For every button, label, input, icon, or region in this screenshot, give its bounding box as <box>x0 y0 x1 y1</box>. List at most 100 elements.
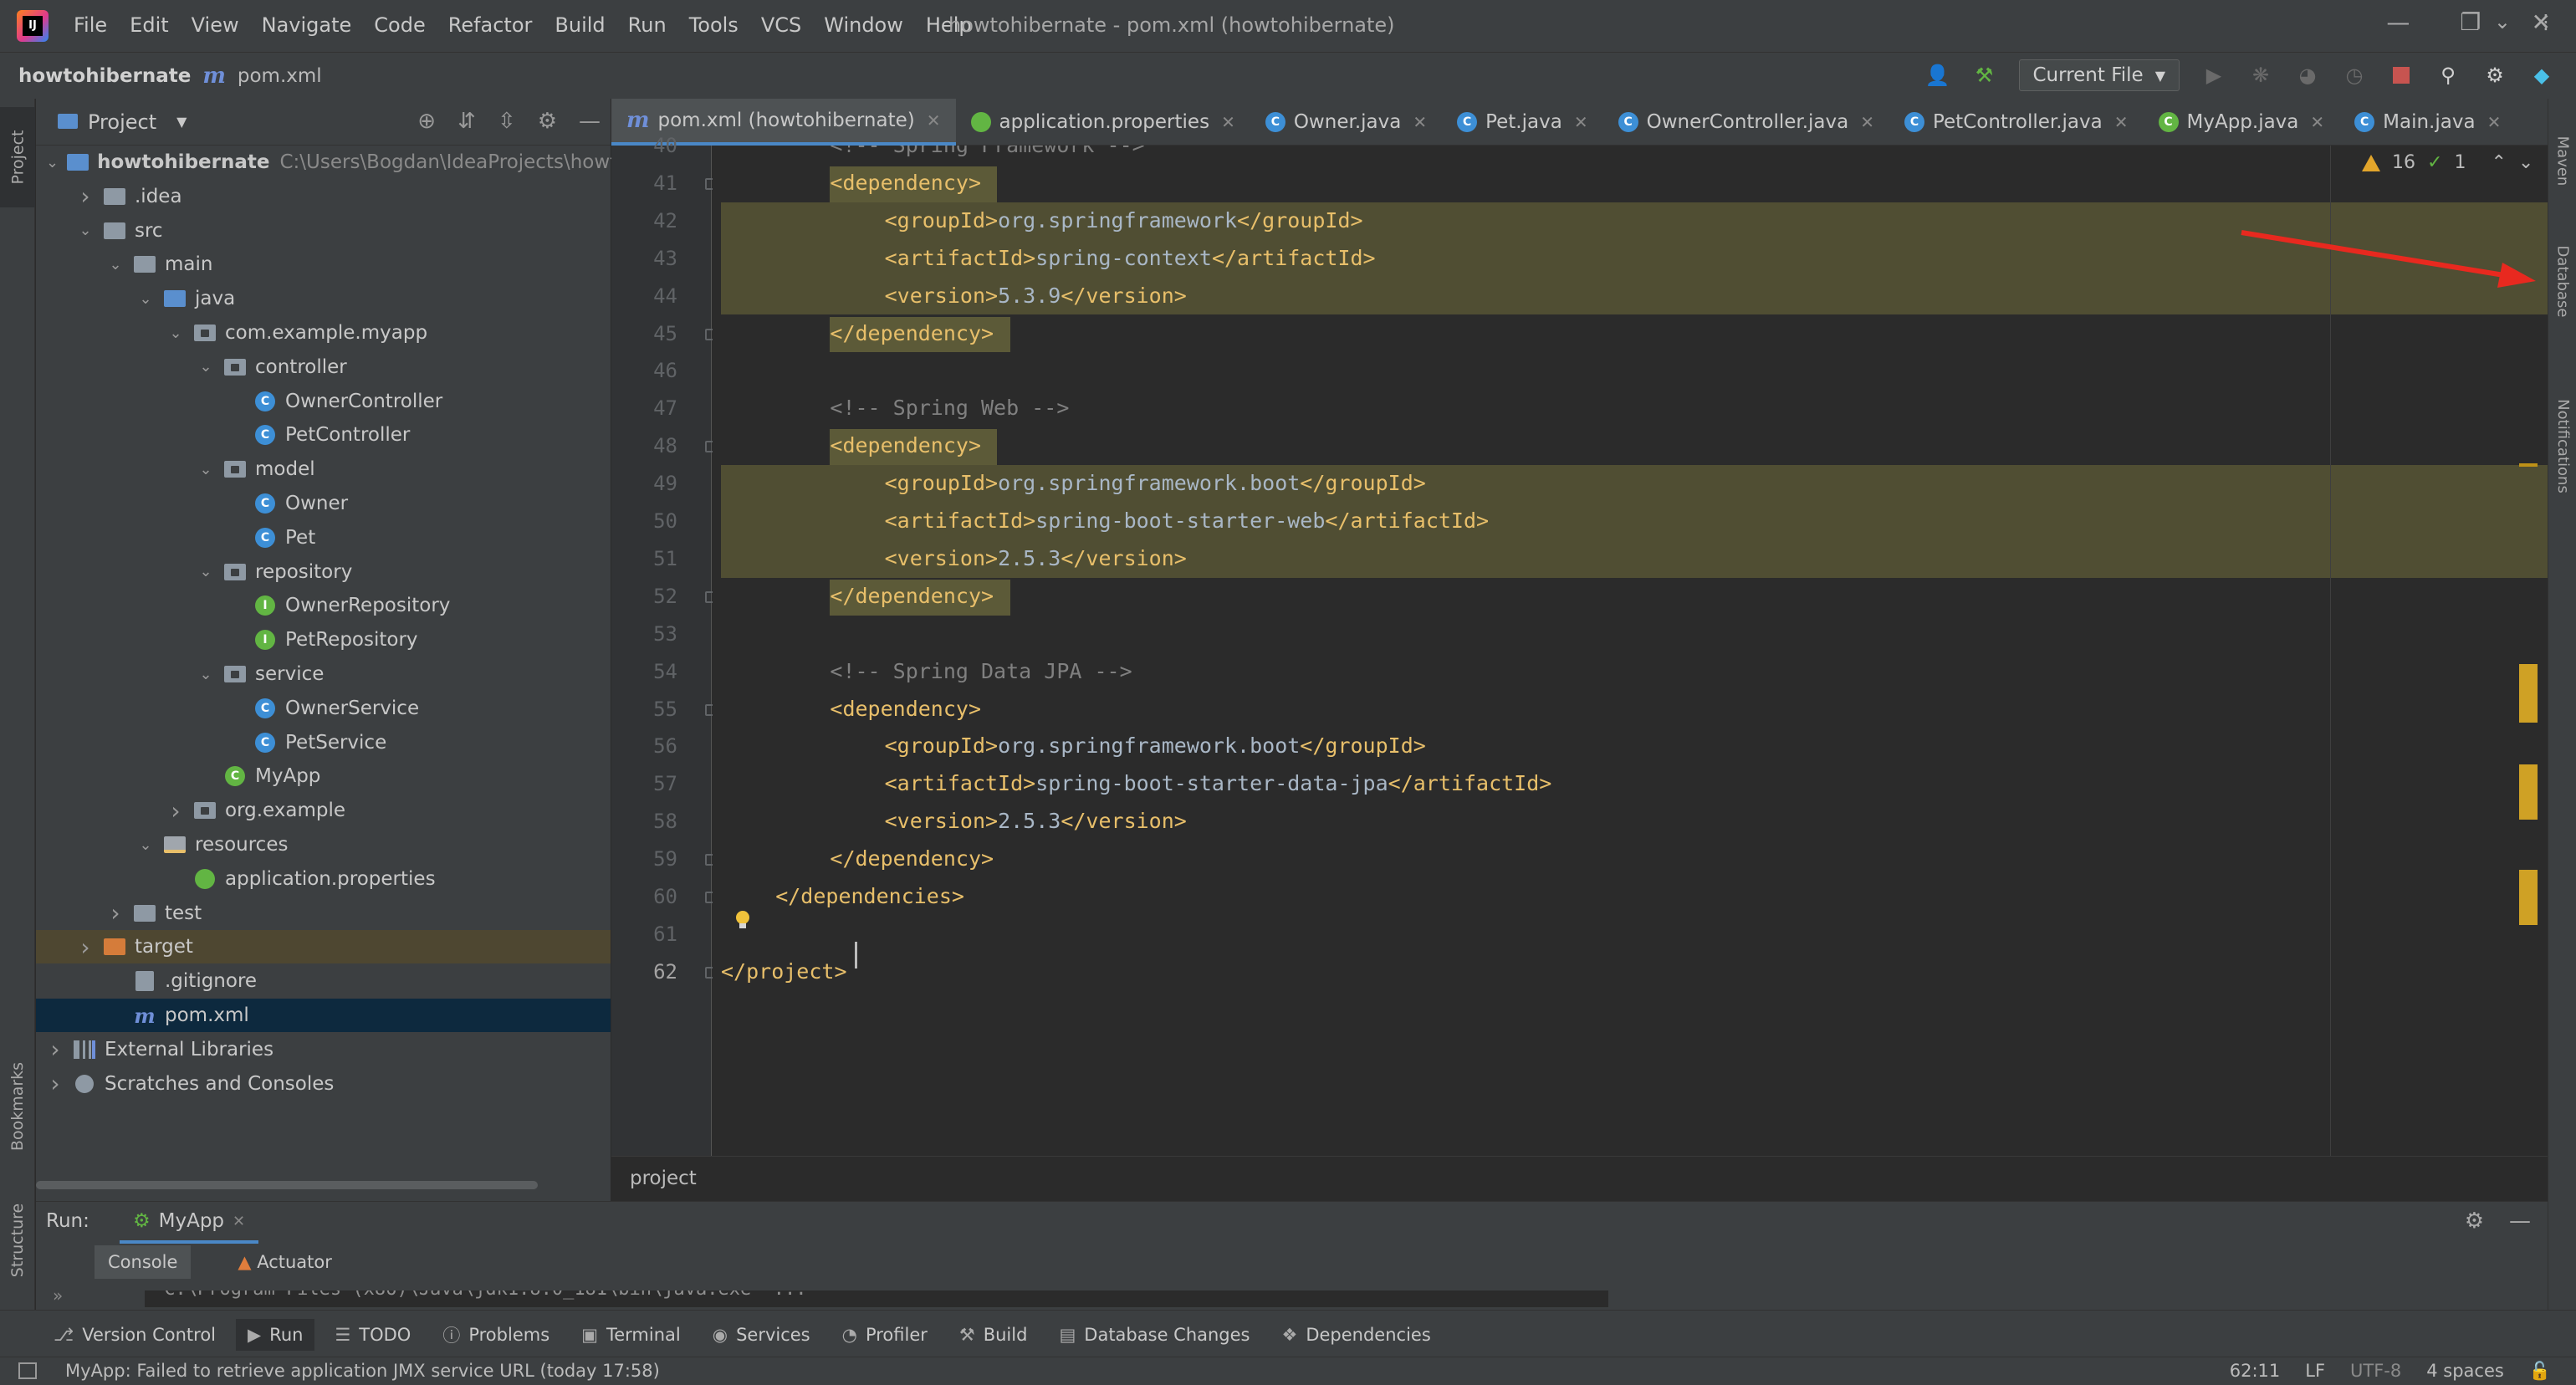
menu-build[interactable]: Build <box>555 13 605 37</box>
code-line[interactable]: <artifactId>spring-boot-starter-web</art… <box>885 503 1489 539</box>
scroll-marker[interactable] <box>2519 463 2538 467</box>
tree-item-src[interactable]: ⌄ src <box>36 214 611 248</box>
tool-window-build[interactable]: ⚒ Build <box>959 1322 1028 1347</box>
editor-tab-main-java[interactable]: C Main.java ✕ <box>2339 99 2516 146</box>
tool-window-dependencies[interactable]: ❖ Dependencies <box>1282 1322 1431 1347</box>
close-tab-icon[interactable]: ✕ <box>927 110 941 130</box>
actuator-subtab[interactable]: ▲ Actuator <box>224 1245 345 1279</box>
lightbulb-intention-icon[interactable] <box>734 910 751 930</box>
tree-item-ownerservice[interactable]: C OwnerService <box>36 692 611 725</box>
tree-item-myapp[interactable]: C MyApp <box>36 759 611 793</box>
options-gear-icon[interactable]: ⚙ <box>538 109 557 134</box>
caret-position[interactable]: 62:11 <box>2230 1361 2281 1382</box>
tab-list-chevron-icon[interactable]: ⌄ <box>2494 10 2511 33</box>
tree-item-test[interactable]: › test <box>36 897 611 930</box>
close-tab-icon[interactable]: ✕ <box>1221 112 1235 132</box>
scroll-marker[interactable] <box>2519 664 2538 723</box>
user-icon[interactable]: 👤 <box>1925 63 1950 88</box>
code-line[interactable]: <!-- Spring Framework --> <box>830 146 1144 164</box>
expand-all-icon[interactable]: ⇵ <box>457 109 476 134</box>
menu-code[interactable]: Code <box>374 13 425 37</box>
tool-window-terminal[interactable]: ▣ Terminal <box>581 1322 681 1347</box>
console-subtab[interactable]: Console <box>95 1245 192 1279</box>
tree-item-external-libraries[interactable]: › External Libraries <box>36 1033 611 1066</box>
close-tab-icon[interactable]: ✕ <box>1413 112 1427 132</box>
toggle-tool-windows-icon[interactable] <box>18 1362 37 1379</box>
chevron-down-icon[interactable]: ⌄ <box>136 836 155 854</box>
tree-item-model[interactable]: ⌄ model <box>36 452 611 486</box>
bookmarks-tool-tab[interactable]: Bookmarks <box>0 1044 35 1169</box>
code-line[interactable]: <version>2.5.3</version> <box>885 540 1187 577</box>
tree-item-petservice[interactable]: C PetService <box>36 726 611 759</box>
tree-item-pet[interactable]: C Pet <box>36 521 611 555</box>
run-icon[interactable]: ▶ <box>2201 63 2226 88</box>
chevron-down-icon[interactable]: ⌄ <box>197 666 215 683</box>
run-configuration-select[interactable]: Current File ▼ <box>2018 59 2180 91</box>
tree-item-gitignore[interactable]: .gitignore <box>36 964 611 998</box>
coverage-icon[interactable]: ◕ <box>2295 63 2320 88</box>
hammer-build-icon[interactable]: ⚒ <box>1972 63 1997 88</box>
code-line[interactable]: <groupId>org.springframework.boot</group… <box>885 465 1426 502</box>
menu-refactor[interactable]: Refactor <box>448 13 533 37</box>
database-tool-tab[interactable]: Database <box>2548 222 2576 340</box>
close-tab-icon[interactable]: ✕ <box>233 1213 245 1230</box>
settings-gear-icon[interactable]: ⚙ <box>2465 1209 2484 1234</box>
tree-item-pom-xml[interactable]: m pom.xml <box>36 999 611 1032</box>
maven-tool-tab[interactable]: Maven <box>2548 110 2576 211</box>
chevron-right-icon[interactable]: › <box>166 797 185 825</box>
code-line[interactable]: <!-- Spring Web --> <box>830 390 1069 427</box>
menu-navigate[interactable]: Navigate <box>262 13 352 37</box>
tree-item-scratches-and-consoles[interactable]: › Scratches and Consoles <box>36 1067 611 1101</box>
previous-highlight-icon[interactable]: ⌃ <box>2491 152 2506 173</box>
code-line[interactable]: </dependencies> <box>775 878 964 915</box>
chevron-right-icon[interactable]: › <box>76 933 95 961</box>
run-tab-myapp[interactable]: ⚙ MyApp ✕ <box>120 1202 259 1244</box>
expand-toolbar-icon[interactable]: » <box>53 1285 63 1306</box>
code-line[interactable]: </dependency> <box>830 578 994 615</box>
close-tab-icon[interactable]: ✕ <box>2487 112 2502 132</box>
tree-item-main[interactable]: ⌄ main <box>36 248 611 281</box>
chevron-right-icon[interactable]: › <box>76 182 95 210</box>
console-output[interactable]: "C:\Program Files (x86)\Java\jdk1.8.0_18… <box>145 1290 1608 1307</box>
chevron-right-icon[interactable]: › <box>46 1035 64 1063</box>
chevron-down-icon[interactable]: ⌄ <box>197 358 215 376</box>
menu-vcs[interactable]: VCS <box>761 13 801 37</box>
code-line[interactable]: <dependency> <box>830 691 981 728</box>
collapse-all-icon[interactable]: ⇳ <box>498 109 516 134</box>
search-icon[interactable]: ⚲ <box>2435 63 2461 88</box>
tree-item-ownercontroller[interactable]: C OwnerController <box>36 385 611 418</box>
indent-setting[interactable]: 4 spaces <box>2426 1361 2504 1382</box>
more-options-icon[interactable]: ⋮ <box>2536 10 2556 33</box>
tree-item-howtohibernate[interactable]: ⌄ howtohibernate C:\Users\Bogdan\IdeaProje… <box>36 146 641 179</box>
minimize-icon[interactable]: — <box>2386 8 2410 36</box>
tree-item-ownerrepository[interactable]: I OwnerRepository <box>36 589 611 622</box>
tool-window-version-control[interactable]: ⎇ Version Control <box>54 1322 216 1347</box>
code-line[interactable]: </project> <box>721 953 847 990</box>
scroll-marker[interactable] <box>2519 764 2538 820</box>
code-line[interactable]: <!-- Spring Data JPA --> <box>830 653 1132 690</box>
editor-scrollbar[interactable] <box>2519 146 2538 1156</box>
code-with-me-icon[interactable]: ◆ <box>2529 63 2554 88</box>
chevron-right-icon[interactable]: › <box>106 899 125 927</box>
code-editor[interactable]: <!-- Spring Framework --> <dependency> <gr… <box>713 146 2548 1156</box>
scroll-marker[interactable] <box>2519 870 2538 925</box>
menu-file[interactable]: File <box>74 13 107 37</box>
line-separator[interactable]: LF <box>2305 1361 2325 1382</box>
close-tab-icon[interactable]: ✕ <box>2310 112 2324 132</box>
tree-item-application-properties[interactable]: application.properties <box>36 862 611 896</box>
close-tab-icon[interactable]: ✕ <box>1574 112 1588 132</box>
tool-window-profiler[interactable]: ◔ Profiler <box>842 1322 928 1347</box>
code-line[interactable]: <dependency> <box>830 165 981 202</box>
lock-icon[interactable]: 🔓 <box>2529 1361 2551 1382</box>
tree-item-org-example[interactable]: › org.example <box>36 794 611 827</box>
editor-tab-ownercontroller-java[interactable]: C OwnerController.java ✕ <box>1603 99 1889 146</box>
tree-item-com-example-myapp[interactable]: ⌄ com.example.myapp <box>36 316 611 350</box>
close-tab-icon[interactable]: ✕ <box>1860 112 1874 132</box>
tree-item-idea[interactable]: › .idea <box>36 180 611 213</box>
editor-tab-pet-java[interactable]: C Pet.java ✕ <box>1442 99 1603 146</box>
tree-item-petcontroller[interactable]: C PetController <box>36 418 611 452</box>
editor-tab-myapp-java[interactable]: C MyApp.java ✕ <box>2144 99 2340 146</box>
breadcrumb-file[interactable]: pom.xml <box>238 65 322 87</box>
menu-run[interactable]: Run <box>628 13 667 37</box>
tree-item-controller[interactable]: ⌄ controller <box>36 350 611 384</box>
